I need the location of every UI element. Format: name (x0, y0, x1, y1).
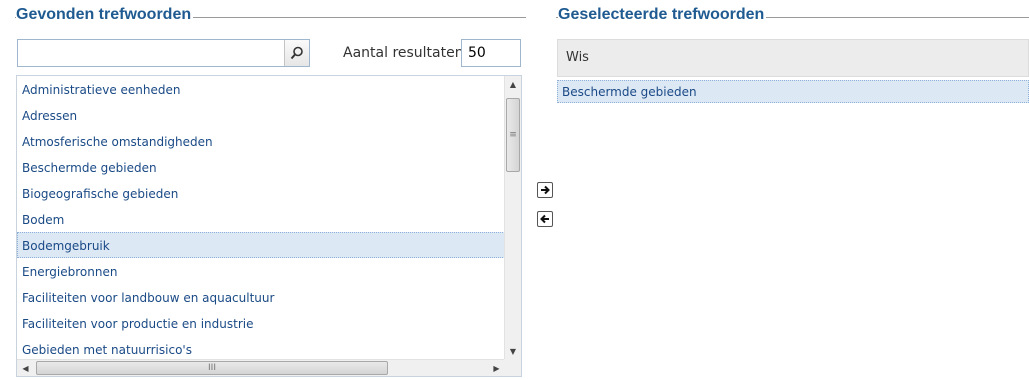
clear-button[interactable]: Wis (566, 50, 589, 65)
found-keywords-title: Gevonden trefwoorden (16, 6, 194, 24)
search-field (17, 39, 310, 67)
arrow-left-icon (540, 214, 549, 224)
keyword-list-item[interactable]: Energiebronnen (17, 258, 505, 284)
arrow-right-icon (541, 185, 550, 195)
remove-keyword-button[interactable] (537, 211, 553, 227)
scrollbar-corner (504, 359, 521, 376)
search-input[interactable] (20, 41, 286, 67)
keyword-list-item[interactable]: Biogeografische gebieden (17, 180, 505, 206)
search-icon (290, 46, 303, 60)
scroll-thumb[interactable]: ≡ (506, 98, 520, 172)
keyword-list-item[interactable]: Faciliteiten voor productie en industrie (17, 310, 505, 336)
hscroll-thumb[interactable]: III (36, 361, 388, 375)
results-count-input[interactable] (461, 39, 521, 67)
keyword-list-item[interactable]: Bodemgebruik (17, 232, 505, 258)
selected-keywords-list: Beschermde gebieden (557, 80, 1029, 103)
clear-toolbar: Wis (557, 39, 1029, 77)
results-count-label: Aantal resultaten (343, 45, 464, 61)
selected-keyword-item[interactable]: Beschermde gebieden (557, 80, 1029, 103)
add-keyword-button[interactable] (537, 182, 553, 198)
keyword-list-item[interactable]: Adressen (17, 102, 505, 128)
search-button[interactable] (284, 40, 309, 66)
selected-keywords-title: Geselecteerde trefwoorden (558, 6, 767, 24)
scroll-up-icon[interactable]: ▲ (505, 76, 521, 93)
keyword-list-item[interactable]: Administratieve eenheden (17, 76, 505, 102)
keyword-list-item[interactable]: Atmosferische omstandigheden (17, 128, 505, 154)
scroll-down-icon[interactable]: ▼ (505, 343, 521, 360)
keyword-list-item[interactable]: Faciliteiten voor landbouw en aquacultuu… (17, 284, 505, 310)
keyword-list-item[interactable]: Beschermde gebieden (17, 154, 505, 180)
horizontal-scrollbar[interactable]: ◀ III ▶ (17, 359, 505, 376)
found-keywords-list: Administratieve eenheden Adressen Atmosfer… (16, 75, 522, 377)
scroll-right-icon[interactable]: ▶ (488, 360, 505, 376)
scroll-left-icon[interactable]: ◀ (17, 360, 34, 376)
vertical-scrollbar[interactable]: ▲ ≡ ▼ (504, 76, 521, 360)
keyword-list-item[interactable]: Bodem (17, 206, 505, 232)
